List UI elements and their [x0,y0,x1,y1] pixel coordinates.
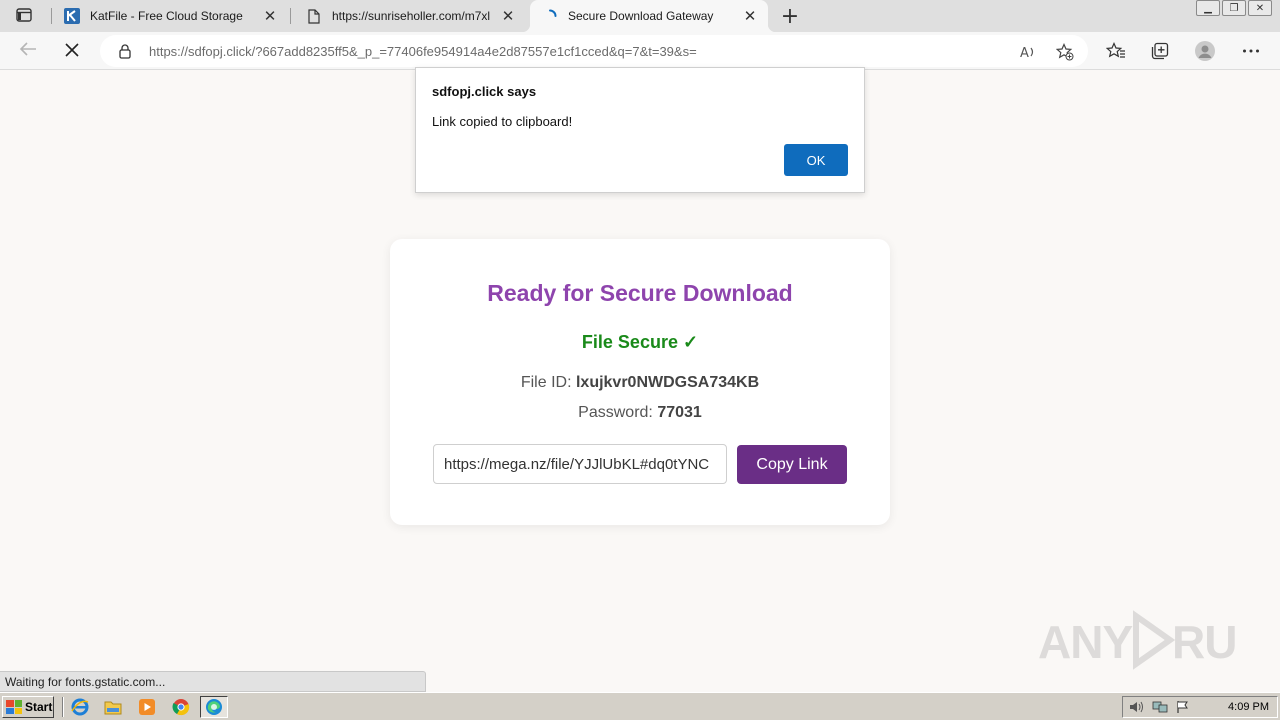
close-icon: ✕ [1255,2,1265,14]
url-text[interactable]: https://sdfopj.click/?667add8235ff5&_p_=… [149,44,697,59]
tab-katfile[interactable]: KatFile - Free Cloud Storage ✕ [52,0,288,32]
taskbar-separator [62,697,64,717]
back-button[interactable] [16,39,40,63]
tab-close-icon[interactable]: ✕ [262,8,278,25]
edge-icon[interactable] [200,696,228,718]
url-host: https://sdfopj.click [149,43,252,59]
read-aloud-icon[interactable]: A [1020,43,1038,61]
file-id-row: File ID: lxujkvr0NWDGSA734KB [390,374,890,392]
restore-icon: ❐ [1229,2,1239,14]
download-link-input[interactable] [433,444,727,484]
stop-x-icon [65,42,79,61]
browser-status-bar: Waiting for fonts.gstatic.com... [0,671,426,692]
tab-title: https://sunriseholler.com/m7xl [332,9,491,23]
tab-strip: KatFile - Free Cloud Storage ✕ https://s… [0,0,1280,32]
password-row: Password: 77031 [390,404,890,422]
tab-secure-download-gateway[interactable]: Secure Download Gateway ✕ [522,0,776,32]
close-window-button[interactable]: ✕ [1248,0,1272,16]
file-secure-status: File Secure ✓ [581,332,699,352]
windows-taskbar: Start 4:09 PM [0,692,1280,720]
alert-message: Link copied to clipboard! [432,114,573,129]
password-value: 77031 [657,404,702,421]
alert-ok-button[interactable]: OK [784,144,848,176]
svg-text:ANY: ANY [1038,616,1132,668]
minimize-icon: ▁ [1204,2,1212,14]
restore-button[interactable]: ❐ [1222,0,1246,16]
tab-sunriseholler[interactable]: https://sunriseholler.com/m7xl ✕ [294,0,526,32]
windows-flag-icon [6,700,22,714]
system-tray: 4:09 PM [1122,696,1278,718]
svg-text:A: A [1020,46,1029,60]
favorites-icon[interactable] [1106,41,1126,61]
start-button[interactable]: Start [2,696,54,718]
tab-title: Secure Download Gateway [568,9,714,23]
alert-title: sdfopj.click says [432,84,537,99]
taskbar-clock[interactable]: 4:09 PM [1228,701,1269,713]
javascript-alert-dialog: sdfopj.click says Link copied to clipboa… [415,67,865,193]
chrome-icon[interactable] [172,698,190,716]
minimize-button[interactable]: ▁ [1196,0,1220,16]
page-title: Ready for Secure Download [487,280,793,306]
back-arrow-icon [19,41,37,61]
start-label: Start [25,700,53,714]
svg-text:RUN: RUN [1172,616,1238,668]
network-icon[interactable] [1151,699,1169,715]
page-icon [306,8,322,24]
action-center-flag-icon[interactable] [1174,699,1192,715]
password-label: Password: [578,404,653,421]
volume-icon[interactable] [1128,699,1146,715]
browser-toolbar: https://sdfopj.click/?667add8235ff5&_p_=… [0,32,1280,70]
internet-explorer-icon[interactable] [71,698,89,716]
tab-title: KatFile - Free Cloud Storage [90,9,243,23]
tab-close-icon[interactable]: ✕ [742,8,758,25]
media-player-icon[interactable] [138,698,156,716]
tab-separator [290,8,291,24]
url-path: /?667add8235ff5&_p_=77406fe954914a4e2d87… [251,43,697,59]
collections-icon[interactable] [1150,41,1170,61]
plus-icon: + [780,3,800,29]
profile-avatar-icon[interactable] [1195,41,1215,61]
lock-icon[interactable] [118,43,132,59]
window-controls: ▁ ❐ ✕ [1196,0,1272,18]
new-tab-button[interactable]: + [778,3,802,29]
stop-loading-button[interactable] [60,39,84,63]
tab-actions-menu-button[interactable] [8,4,40,28]
address-bar[interactable]: https://sdfopj.click/?667add8235ff5&_p_=… [100,35,1088,67]
loading-spinner-icon [542,8,558,24]
file-id-label: File ID: [520,374,572,391]
more-options-icon[interactable] [1241,41,1261,61]
katfile-k-icon [64,8,80,24]
copy-link-button[interactable]: Copy Link [737,445,847,484]
file-explorer-icon[interactable] [104,698,122,716]
tab-actions-icon [16,7,32,26]
download-card: Ready for Secure Download File Secure ✓ … [390,239,890,525]
add-favorite-icon[interactable] [1056,43,1074,61]
anyrun-watermark-logo: ANY RUN [1038,608,1238,672]
tab-close-icon[interactable]: ✕ [500,8,516,25]
file-id-value: lxujkvr0NWDGSA734KB [575,374,760,391]
